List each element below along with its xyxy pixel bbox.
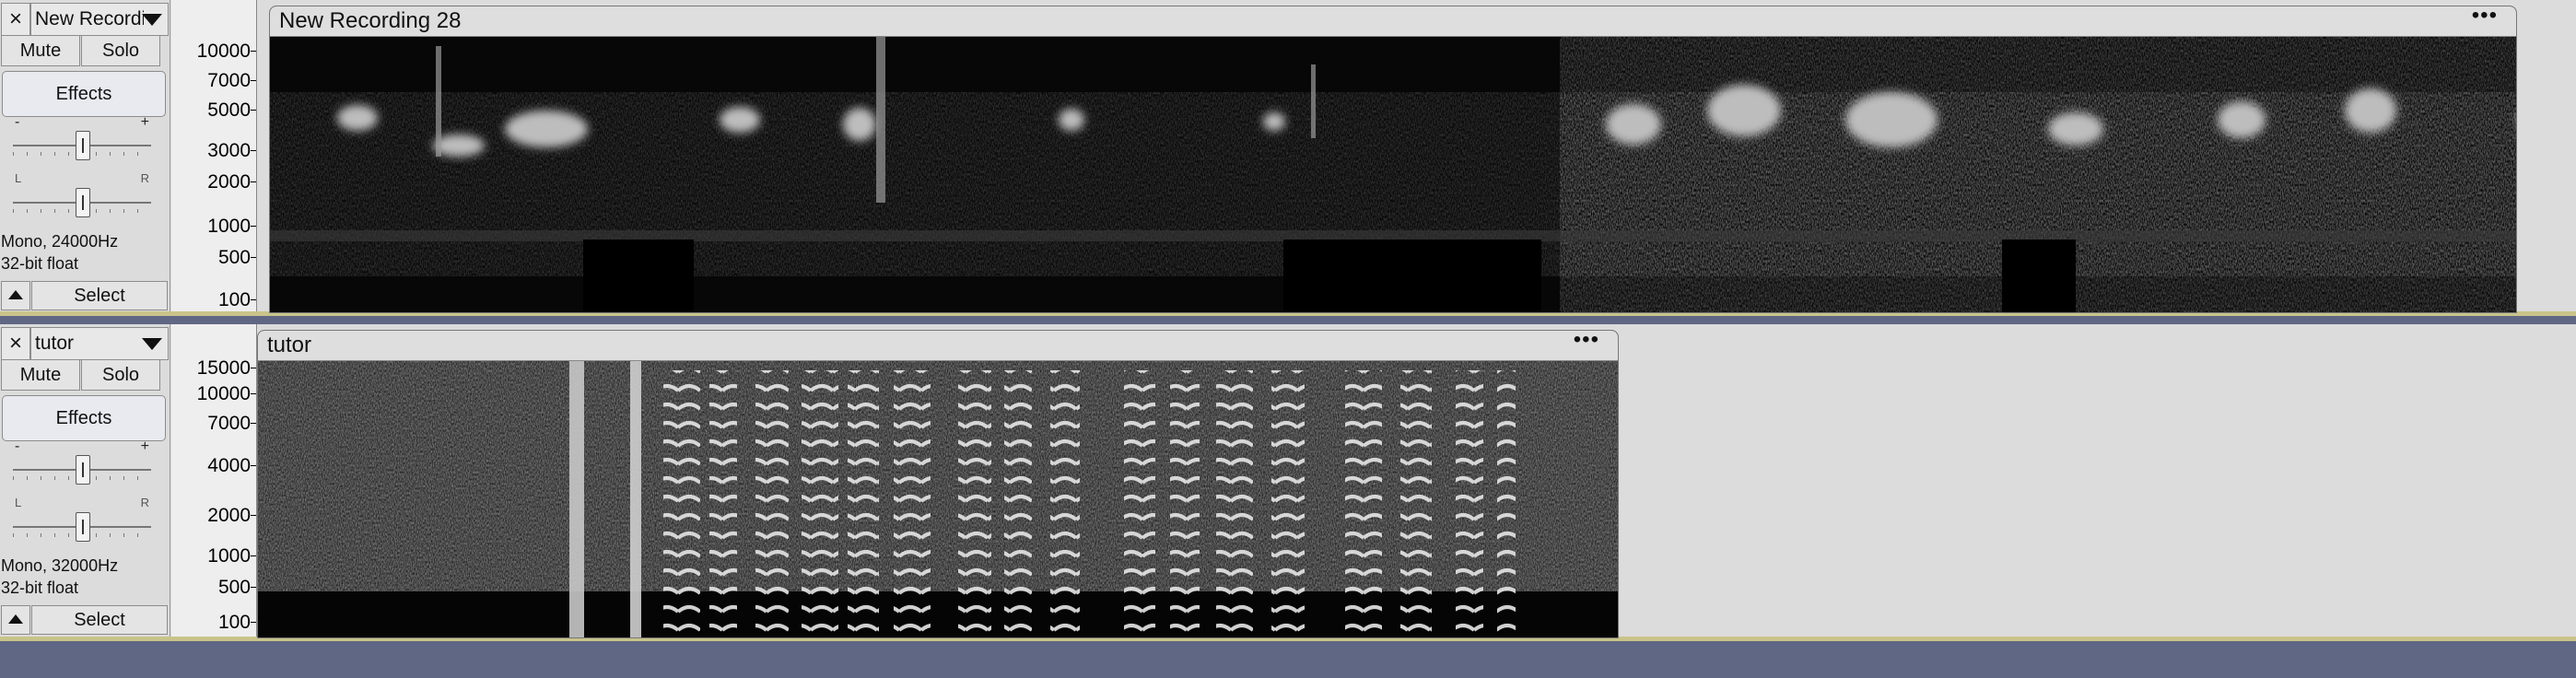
pan-slider-thumb[interactable] <box>76 512 90 542</box>
pan-right-label: R <box>140 171 149 185</box>
collapse-track-button[interactable] <box>1 281 30 310</box>
clip-header[interactable]: New Recording 28 ••• <box>270 6 2516 37</box>
select-track-button[interactable]: Select <box>31 281 168 310</box>
pan-slider[interactable]: L R <box>13 171 151 217</box>
bit-depth-text: 32-bit float <box>1 579 79 597</box>
track-control-panel: × tutor Mute Solo Effects - + L R Mono, … <box>0 324 170 637</box>
track-name: New Recordin <box>35 8 144 29</box>
track-format-info: Mono, 32000Hz 32-bit float <box>1 555 118 599</box>
audio-clip[interactable]: tutor ••• <box>257 330 1619 638</box>
gain-minus-label: - <box>15 438 20 454</box>
ruler-tick: 100 <box>217 612 257 633</box>
audio-clip[interactable]: New Recording 28 ••• <box>269 6 2517 313</box>
close-track-button[interactable]: × <box>1 3 30 36</box>
pan-right-label: R <box>140 496 149 509</box>
ruler-tick: 2000 <box>207 171 256 193</box>
clip-title: tutor <box>267 333 312 357</box>
solo-button[interactable]: Solo <box>81 359 160 391</box>
ruler-tick: 500 <box>217 247 257 268</box>
ruler-tick: 15000 <box>196 357 257 379</box>
track-name-menu-button[interactable]: tutor <box>30 327 169 360</box>
chevron-down-icon <box>142 14 162 26</box>
pan-slider[interactable]: L R <box>13 496 151 542</box>
track-new-recording[interactable]: × New Recordin Mute Solo Effects - + L R… <box>0 0 2576 316</box>
clip-menu-icon[interactable]: ••• <box>1574 331 1599 353</box>
chevron-down-icon <box>142 338 162 350</box>
pan-left-label: L <box>15 496 22 509</box>
gain-slider[interactable]: - + <box>13 438 151 485</box>
effects-button[interactable]: Effects <box>2 395 166 441</box>
pan-slider-thumb[interactable] <box>76 188 90 217</box>
gain-slider-thumb[interactable] <box>76 131 90 160</box>
gain-plus-label: + <box>140 438 149 454</box>
ruler-tick: 7000 <box>207 70 256 91</box>
clip-header[interactable]: tutor ••• <box>258 331 1618 361</box>
ruler-tick: 2000 <box>207 505 256 526</box>
select-track-button[interactable]: Select <box>31 605 168 635</box>
ruler-tick: 4000 <box>207 455 256 476</box>
mute-button[interactable]: Mute <box>1 35 80 66</box>
frequency-ruler[interactable]: 10000 7000 5000 3000 2000 1000 500 100 <box>171 0 257 311</box>
track-name-menu-button[interactable]: New Recordin <box>30 3 169 36</box>
gain-minus-label: - <box>15 114 20 130</box>
close-track-button[interactable]: × <box>1 327 30 360</box>
bit-depth-text: 32-bit float <box>1 254 79 273</box>
clip-menu-icon[interactable]: ••• <box>2472 6 2498 29</box>
ruler-tick: 3000 <box>207 140 256 161</box>
track-format-info: Mono, 24000Hz 32-bit float <box>1 230 118 275</box>
effects-button[interactable]: Effects <box>2 71 166 117</box>
track-name: tutor <box>35 333 75 354</box>
gain-slider-thumb[interactable] <box>76 455 90 485</box>
spectrogram-image <box>270 37 2516 312</box>
gain-slider[interactable]: - + <box>13 114 151 160</box>
ruler-tick: 7000 <box>207 413 256 434</box>
ruler-tick: 500 <box>217 577 257 598</box>
ruler-tick: 10000 <box>196 383 257 404</box>
gain-plus-label: + <box>140 114 149 130</box>
frequency-ruler[interactable]: 15000 10000 7000 4000 2000 1000 500 100 <box>171 324 257 637</box>
close-icon: × <box>8 6 22 31</box>
sample-rate-text: Mono, 32000Hz <box>1 556 119 575</box>
ruler-tick: 1000 <box>207 545 256 567</box>
pan-left-label: L <box>15 171 22 185</box>
ruler-tick: 5000 <box>207 99 256 121</box>
clip-title: New Recording 28 <box>279 8 462 33</box>
close-icon: × <box>8 331 22 356</box>
ruler-tick: 1000 <box>207 216 256 237</box>
spectrogram-view[interactable] <box>270 37 2516 312</box>
solo-button[interactable]: Solo <box>81 35 160 66</box>
collapse-track-button[interactable] <box>1 605 30 635</box>
sample-rate-text: Mono, 24000Hz <box>1 232 119 251</box>
track-control-panel: × New Recordin Mute Solo Effects - + L R… <box>0 0 170 311</box>
track-tutor[interactable]: × tutor Mute Solo Effects - + L R Mono, … <box>0 324 2576 641</box>
ruler-tick: 10000 <box>196 41 257 62</box>
spectrogram-image <box>258 361 1618 637</box>
spectrogram-view[interactable] <box>258 361 1618 637</box>
ruler-tick: 100 <box>217 289 257 310</box>
mute-button[interactable]: Mute <box>1 359 80 391</box>
